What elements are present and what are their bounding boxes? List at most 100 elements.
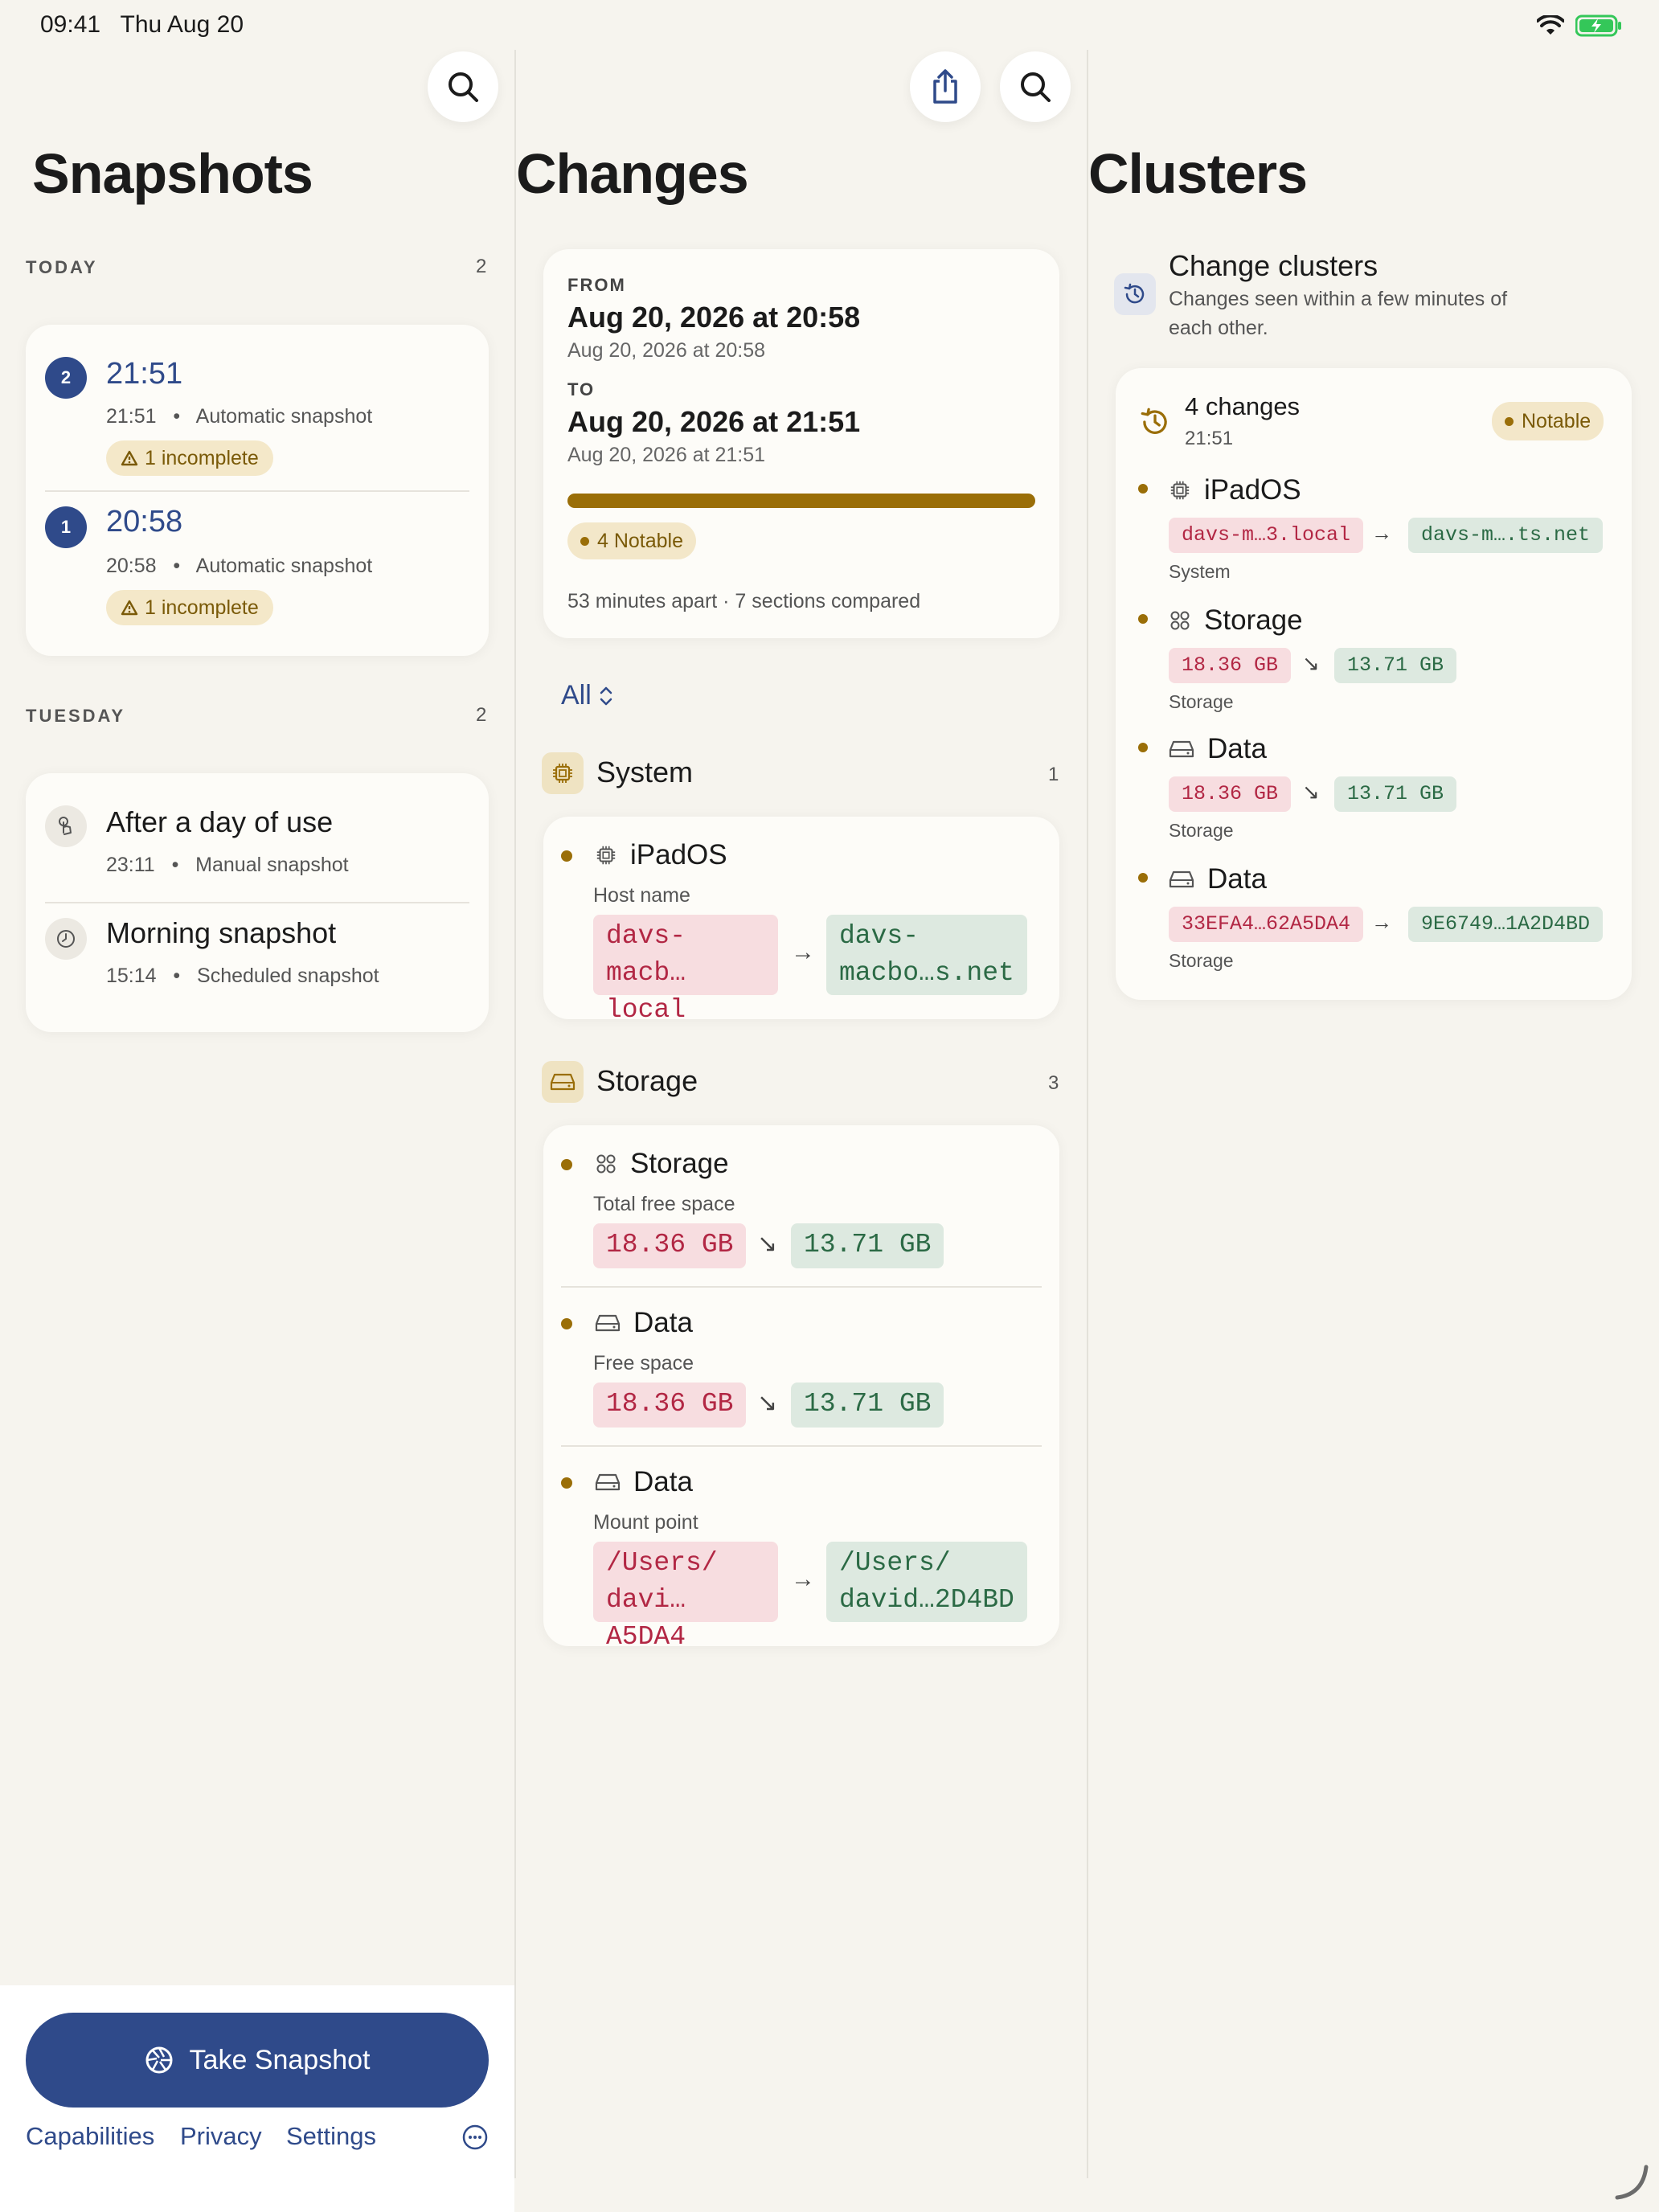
tuesday-section-label: TUESDAY (26, 706, 126, 726)
incomplete-text: 1 incomplete (145, 446, 259, 469)
status-icons (1537, 14, 1622, 37)
notable-indicator (561, 1477, 572, 1489)
drive-icon (595, 1473, 621, 1491)
filter-label: All (561, 680, 592, 711)
from-subdate: Aug 20, 2026 at 20:58 (567, 339, 766, 362)
drive-icon (1169, 870, 1194, 888)
snapshot-kind: Automatic snapshot (195, 405, 373, 428)
new-value: 13.71 GB (1334, 648, 1457, 683)
old-value: davs- macb…local (593, 915, 778, 1025)
to-label: TO (567, 379, 596, 399)
incomplete-badge: 1 incomplete (106, 440, 273, 476)
new-value: 13.71 GB (1334, 776, 1457, 812)
notable-indicator (561, 850, 572, 862)
old-value-line: davs- (606, 921, 686, 951)
snapshot-kind: Scheduled snapshot (197, 965, 379, 987)
change-arrow: → (791, 939, 815, 965)
change-item[interactable]: Data Mount point /Users/ davi…A5DA4 → /U… (543, 1445, 1059, 1652)
cluster-item-title: iPadOS (1169, 474, 1301, 506)
notable-count-badge: 4 Notable (567, 522, 697, 559)
cluster-item-name: Storage (1204, 604, 1303, 636)
incomplete-badge: 1 incomplete (106, 590, 273, 625)
aperture-icon (145, 2046, 173, 2074)
group-count: 3 (1048, 1072, 1059, 1094)
change-item-title: iPadOS (595, 839, 727, 871)
snapshot-time: 21:51 (106, 357, 183, 391)
take-snapshot-button[interactable]: Take Snapshot (26, 2013, 489, 2108)
status-date: Thu Aug 20 (120, 11, 244, 38)
snapshots-title: Snapshots (32, 142, 313, 205)
capabilities-link[interactable]: Capabilities (26, 2122, 154, 2151)
today-section-label: TODAY (26, 257, 98, 277)
privacy-link[interactable]: Privacy (180, 2122, 262, 2151)
more-button[interactable] (461, 2124, 489, 2151)
snapshot-row[interactable]: After a day of use 23:11 • Manual snapsh… (26, 773, 489, 902)
change-item[interactable]: Storage Total free space 18.36 GB ↘ 13.7… (543, 1125, 1059, 1286)
cluster-item-name: Data (1207, 863, 1267, 895)
new-value-line: david…2D4BD (839, 1585, 1014, 1615)
cluster-time: 21:51 (1185, 428, 1234, 449)
chip-icon (553, 764, 572, 783)
old-value: davs-m…3.local (1169, 518, 1364, 553)
snapshots-search-button[interactable] (428, 51, 498, 122)
change-item-title: Storage (595, 1148, 729, 1180)
snapshot-row[interactable]: 1 20:58 20:58 • Automatic snapshot 1 inc… (26, 490, 489, 656)
from-label: FROM (567, 275, 626, 295)
comparison-summary-text: 53 minutes apart · 7 sections compared (567, 590, 921, 612)
change-item[interactable]: iPadOS Host name davs- macb…local → davs… (543, 817, 1059, 1025)
notable-progress-bar (567, 494, 1035, 508)
settings-link[interactable]: Settings (286, 2122, 376, 2151)
window-resize-handle[interactable] (1611, 2162, 1651, 2202)
filter-menu-button[interactable]: All (561, 680, 614, 711)
snapshot-sub-time: 23:11 (106, 854, 155, 876)
old-value: 18.36 GB (593, 1382, 747, 1428)
old-value-line: macb…local (606, 958, 686, 1025)
today-section-count: 2 (476, 256, 487, 277)
notable-dot (580, 536, 589, 546)
snapshot-row[interactable]: 2 21:51 21:51 • Automatic snapshot 1 inc… (26, 325, 489, 490)
change-item-name: iPadOS (630, 839, 727, 870)
notable-indicator (1138, 614, 1148, 624)
new-value-line: /Users/ (839, 1548, 951, 1578)
cluster-item-name: Data (1207, 733, 1267, 764)
system-changes-card: iPadOS Host name davs- macb…local → davs… (543, 817, 1059, 1025)
new-value: 13.71 GB (791, 1382, 944, 1428)
from-date: Aug 20, 2026 at 20:58 (567, 301, 861, 334)
cluster-card[interactable]: 4 changes 21:51 Notable iPadOS davs-m…3.… (1116, 368, 1632, 1000)
change-field-label: Total free space (593, 1193, 735, 1215)
incomplete-text: 1 incomplete (145, 596, 259, 619)
new-value: davs-m….ts.net (1408, 518, 1604, 553)
take-snapshot-label: Take Snapshot (189, 2044, 371, 2075)
group-title: Storage (596, 1064, 698, 1097)
snapshot-kind: Manual snapshot (195, 854, 349, 876)
change-arrow: ↘ (757, 1231, 778, 1257)
snapshot-subtitle: 23:11 • Manual snapshot (106, 854, 349, 877)
changes-search-button[interactable] (1000, 51, 1071, 122)
description-line: each other. (1169, 317, 1268, 339)
new-value: davs- macbo…s.net (826, 915, 1027, 995)
change-clusters-heading: Change clusters (1169, 249, 1378, 282)
new-value-line: davs- (839, 921, 920, 951)
snapshot-kind-icon (45, 918, 87, 960)
changes-title: Changes (516, 142, 749, 205)
cluster-notable-badge: Notable (1492, 402, 1604, 440)
cluster-notable-text: Notable (1522, 409, 1591, 432)
notable-indicator (1138, 873, 1148, 883)
notable-indicator (561, 1159, 572, 1170)
clock-icon (57, 930, 75, 948)
column-divider-right (1087, 50, 1088, 2178)
snapshot-row[interactable]: Morning snapshot 15:14 • Scheduled snaps… (26, 902, 489, 1032)
snapshot-sub-time: 21:51 (106, 405, 157, 428)
share-button[interactable] (910, 51, 981, 122)
description-line: Changes seen within a few minutes of (1169, 288, 1508, 310)
separator-dot: • (173, 965, 181, 987)
cluster-item-section: Storage (1169, 691, 1234, 712)
system-group-icon (542, 752, 584, 794)
change-item[interactable]: Data Free space 18.36 GB ↘ 13.71 GB (543, 1286, 1059, 1445)
tuesday-section-count: 2 (476, 704, 487, 726)
snapshot-title: After a day of use (106, 805, 334, 838)
battery-charging-icon (1575, 14, 1621, 37)
drive-icon (1169, 740, 1194, 758)
change-arrow: ↘ (757, 1390, 778, 1416)
hand-tap-icon (59, 817, 72, 835)
